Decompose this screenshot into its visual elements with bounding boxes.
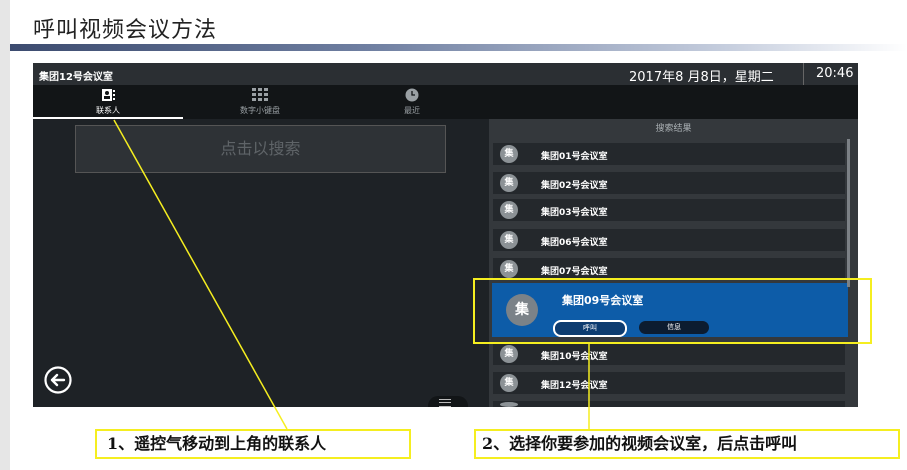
search-input[interactable]: 点击以搜索 (75, 125, 446, 173)
avatar: 集 (500, 260, 518, 278)
tab-keypad[interactable]: 数字小键盘 (185, 85, 335, 119)
avatar: 集 (500, 201, 518, 219)
result-name: 集团03号会议室 (541, 208, 608, 218)
result-name: 集团01号会议室 (541, 152, 608, 162)
tab-contacts[interactable]: 联系人 (33, 85, 183, 119)
result-name: 集团10号会议室 (541, 352, 608, 362)
selection-highlight-box (473, 278, 872, 344)
results-scrollbar[interactable] (847, 139, 850, 287)
active-tab-indicator (33, 117, 183, 119)
slide-left-strip (0, 0, 10, 470)
result-row[interactable]: 集 集团01号会议室 (493, 143, 845, 165)
time-label: 20:46 (816, 66, 854, 81)
title-rule (10, 44, 907, 51)
back-icon[interactable] (41, 366, 73, 394)
result-row[interactable]: 集 集团07号会议室 (493, 258, 845, 280)
status-bar: 集团12号会议室 2017年8 月8日，星期二 20:46 (33, 63, 858, 85)
room-name: 集团12号会议室 (39, 72, 113, 83)
tab-recent[interactable]: 最近 (337, 85, 487, 119)
divider (803, 63, 804, 85)
video-conference-screen: 集团12号会议室 2017年8 月8日，星期二 20:46 联系人 数字小键盘 … (33, 63, 858, 407)
tab-recent-label: 最近 (404, 106, 420, 115)
result-name: 集团02号会议室 (541, 181, 608, 191)
avatar: 集 (500, 145, 518, 163)
avatar: 集 (500, 174, 518, 192)
tab-keypad-label: 数字小键盘 (240, 106, 280, 115)
date-label: 2017年8 月8日，星期二 (629, 70, 774, 85)
result-name: 集团12号会议室 (541, 381, 608, 391)
result-row[interactable]: 集 集团12号会议室 (493, 372, 845, 394)
slide-title: 呼叫视频会议方法 (33, 18, 218, 43)
results-header: 搜索结果 (655, 124, 692, 134)
keypad-icon (252, 88, 268, 101)
avatar: 集 (500, 231, 518, 249)
result-row[interactable]: 集 集团10号会议室 (493, 343, 845, 365)
menu-handle-icon (439, 399, 451, 407)
avatar (500, 402, 518, 407)
tab-bar: 联系人 数字小键盘 最近 (33, 85, 858, 119)
avatar: 集 (500, 345, 518, 363)
step1-callout: 1、遥控气移动到上角的联系人 (95, 429, 411, 459)
clock-icon (405, 88, 419, 102)
result-name: 集团06号会议室 (541, 238, 608, 248)
result-row[interactable]: 集 集团03号会议室 (493, 199, 845, 221)
result-row[interactable]: 集 集团02号会议室 (493, 172, 845, 194)
result-row[interactable]: 集 集团06号会议室 (493, 229, 845, 251)
tab-contacts-label: 联系人 (96, 106, 120, 115)
step2-callout: 2、选择你要参加的视频会议室，后点击呼叫 (474, 429, 900, 459)
result-name: 集团07号会议室 (541, 267, 608, 277)
result-row[interactable] (493, 401, 845, 407)
contacts-icon (102, 89, 115, 101)
avatar: 集 (500, 374, 518, 392)
